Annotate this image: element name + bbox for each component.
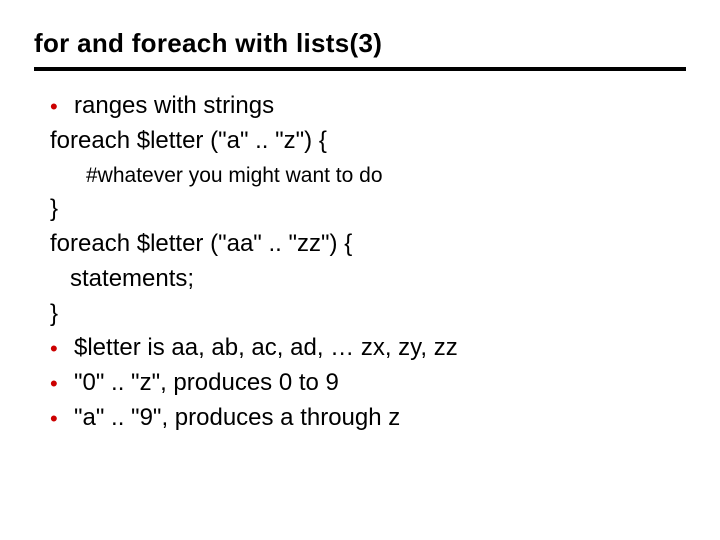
slide: for and foreach with lists(3) • ranges w… — [0, 0, 720, 540]
bullet-text: ranges with strings — [74, 89, 274, 124]
code-line: } — [50, 297, 676, 332]
bullet-dot-icon: • — [50, 333, 74, 365]
code-comment: #whatever you might want to do — [50, 159, 676, 193]
bullet-item: • ranges with strings — [50, 89, 676, 124]
slide-title: for and foreach with lists(3) — [34, 28, 686, 65]
bullet-item: • "a" .. "9", produces a through z — [50, 401, 676, 436]
code-line: statements; — [50, 262, 676, 297]
code-line: } — [50, 192, 676, 227]
bullet-text: $letter is aa, ab, ac, ad, … zx, zy, zz — [74, 331, 458, 366]
bullet-dot-icon: • — [50, 91, 74, 123]
bullet-item: • "0" .. "z", produces 0 to 9 — [50, 366, 676, 401]
bullet-item: • $letter is aa, ab, ac, ad, … zx, zy, z… — [50, 331, 676, 366]
bullet-dot-icon: • — [50, 368, 74, 400]
slide-body: • ranges with strings foreach $letter ("… — [34, 89, 686, 436]
bullet-dot-icon: • — [50, 403, 74, 435]
code-line: foreach $letter ("a" .. "z") { — [50, 124, 676, 159]
bullet-text: "a" .. "9", produces a through z — [74, 401, 400, 436]
code-line: foreach $letter ("aa" .. "zz") { — [50, 227, 676, 262]
bullet-text: "0" .. "z", produces 0 to 9 — [74, 366, 339, 401]
title-rule — [34, 67, 686, 71]
